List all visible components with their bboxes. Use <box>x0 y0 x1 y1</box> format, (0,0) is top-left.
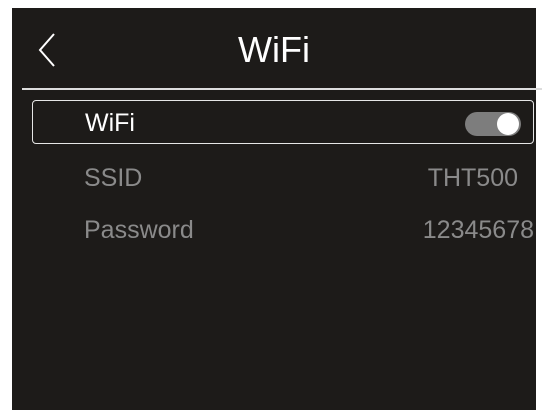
wifi-settings-screen: WiFi WiFi SSID THT500 Password 12345678 <box>12 8 542 410</box>
wifi-row[interactable]: WiFi <box>32 100 534 144</box>
header: WiFi <box>12 8 536 88</box>
toggle-knob <box>497 113 519 135</box>
wifi-label: WiFi <box>85 109 135 137</box>
password-row[interactable]: Password 12345678 <box>32 208 534 252</box>
ssid-row[interactable]: SSID THT500 <box>32 156 534 200</box>
password-label: Password <box>84 216 194 244</box>
ssid-label: SSID <box>84 164 143 192</box>
page-title: WiFi <box>238 29 310 70</box>
ssid-value: THT500 <box>427 164 518 192</box>
header-divider <box>22 88 542 90</box>
password-value: 12345678 <box>422 216 534 244</box>
wifi-toggle[interactable] <box>465 112 521 136</box>
